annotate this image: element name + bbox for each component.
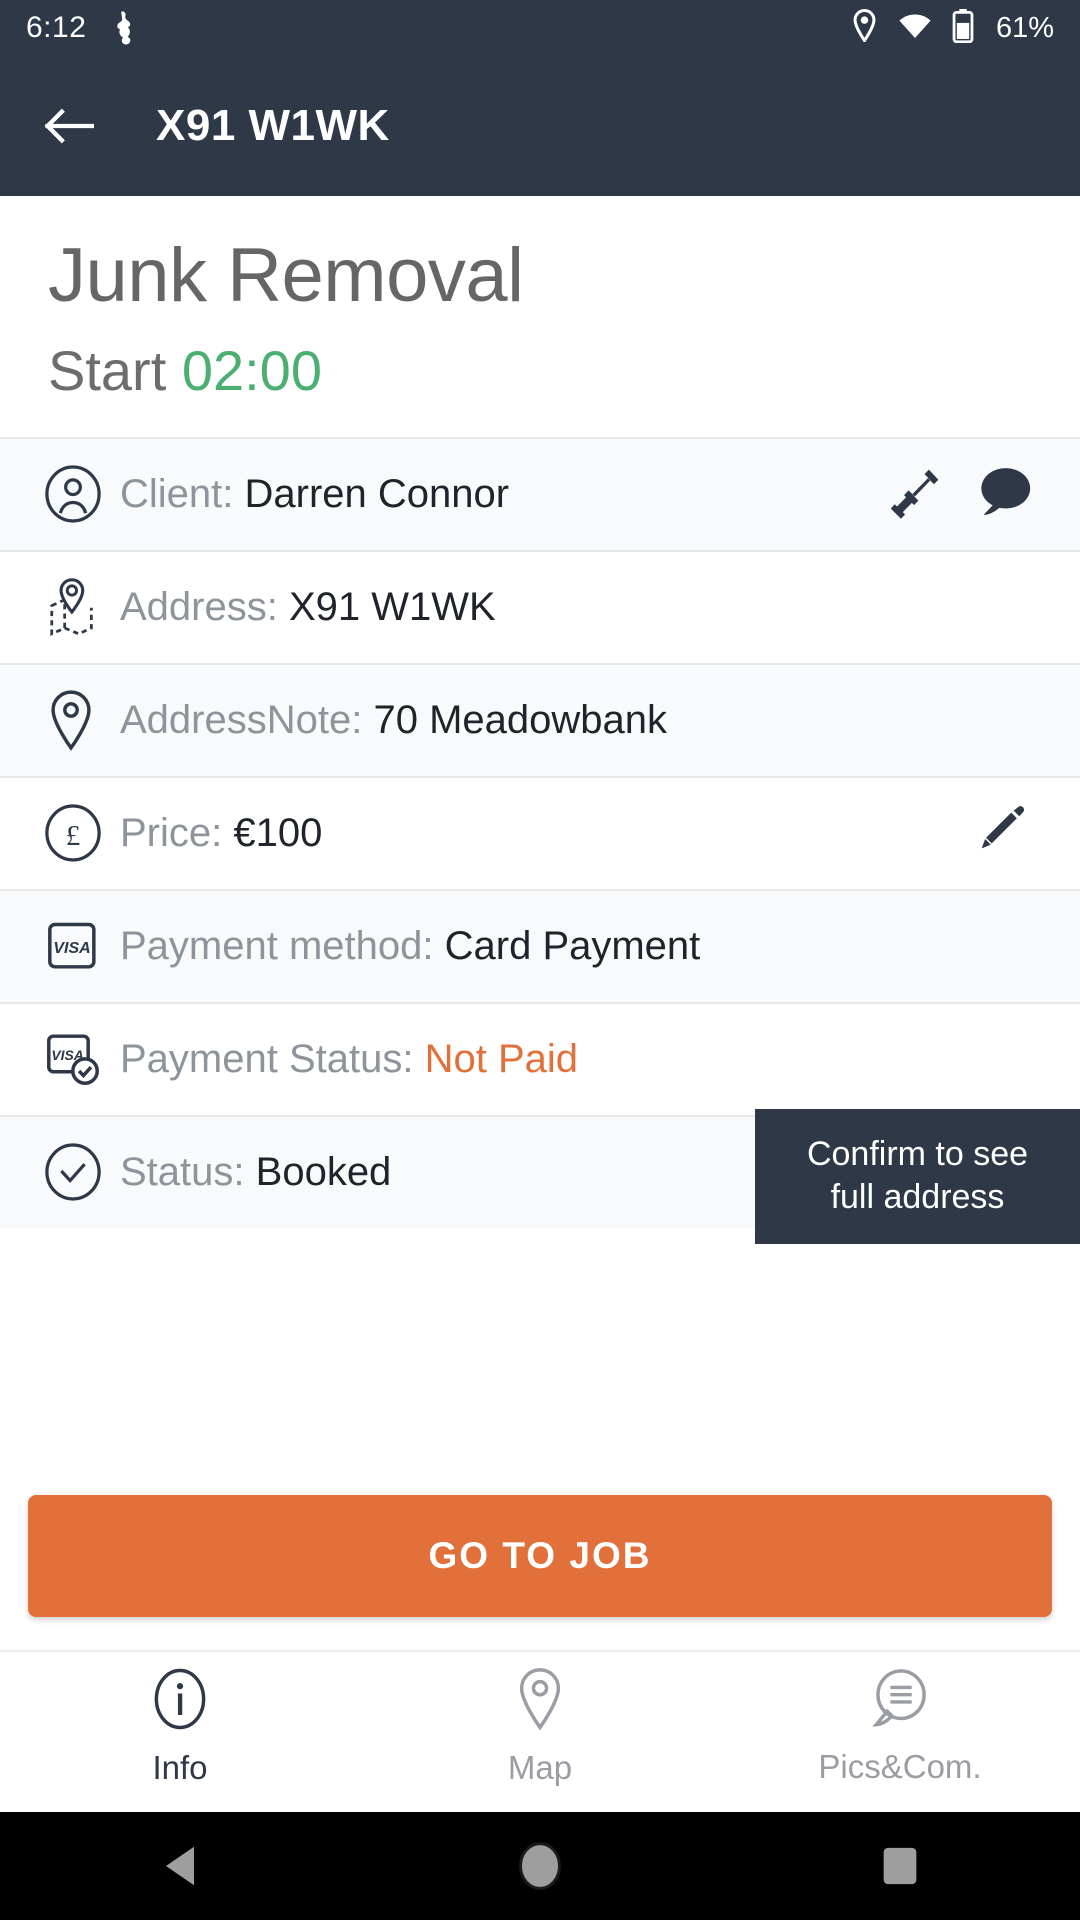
chat-icon[interactable] bbox=[976, 465, 1032, 524]
map-pin-icon bbox=[514, 1666, 566, 1737]
row-address-note-text: AddressNote: 70 Meadowbank bbox=[120, 698, 667, 743]
row-address-note-label: AddressNote: bbox=[120, 697, 363, 742]
map-pin-map-icon bbox=[44, 576, 110, 638]
row-client-value: Darren Connor bbox=[244, 471, 510, 516]
start-label: Start bbox=[48, 338, 167, 402]
app-bar: X91 W1WK bbox=[0, 56, 1080, 196]
wifi-icon bbox=[898, 11, 932, 46]
row-payment-method-label: Payment method: bbox=[120, 923, 434, 968]
tooltip-line-2: full address bbox=[830, 1178, 1005, 1217]
visa-check-icon: VISA bbox=[44, 1032, 110, 1086]
location-pin-icon bbox=[44, 689, 110, 752]
row-client-label: Client: bbox=[120, 471, 234, 516]
svg-text:£: £ bbox=[66, 820, 81, 852]
job-detail-rows: Client: Darren Connor Address: X91 W1WK … bbox=[0, 436, 1080, 1244]
row-status-text: Status: Booked bbox=[120, 1150, 391, 1195]
check-circle-icon bbox=[44, 1143, 110, 1201]
row-address-value: X91 W1WK bbox=[288, 584, 496, 629]
row-client[interactable]: Client: Darren Connor bbox=[0, 436, 1080, 550]
row-payment-method[interactable]: VISA Payment method: Card Payment bbox=[0, 888, 1080, 1002]
row-address-label: Address: bbox=[120, 584, 278, 629]
phone-icon[interactable] bbox=[886, 464, 942, 525]
row-payment-status-value: Not Paid bbox=[424, 1036, 579, 1081]
info-circle-icon bbox=[150, 1666, 210, 1737]
confirm-address-tooltip: Confirm to see full address bbox=[755, 1108, 1080, 1244]
start-time: 02:00 bbox=[181, 338, 322, 402]
pound-circle-icon: £ bbox=[44, 804, 110, 862]
row-payment-status-label: Payment Status: bbox=[120, 1036, 414, 1081]
edit-pencil-icon[interactable] bbox=[970, 800, 1032, 867]
status-bar-time: 6:12 bbox=[26, 11, 87, 44]
visa-card-icon: VISA bbox=[44, 920, 110, 972]
row-payment-status-text: Payment Status: Not Paid bbox=[120, 1037, 578, 1082]
go-to-job-button[interactable]: GO TO JOB bbox=[28, 1495, 1052, 1617]
location-icon bbox=[851, 8, 878, 47]
comment-lines-icon bbox=[869, 1667, 931, 1736]
tooltip-line-1: Confirm to see bbox=[806, 1134, 1029, 1173]
job-header: Junk Removal Start 02:00 bbox=[0, 196, 1080, 437]
battery-icon bbox=[952, 8, 974, 48]
row-price-actions bbox=[970, 800, 1032, 867]
cta-container: GO TO JOB bbox=[0, 1495, 1080, 1617]
tab-pics-com-label: Pics&Com. bbox=[818, 1747, 982, 1785]
android-nav-bar bbox=[0, 1812, 1080, 1920]
row-price-label: Price: bbox=[120, 810, 223, 855]
row-payment-status[interactable]: VISA Payment Status: Not Paid bbox=[0, 1001, 1080, 1115]
arrow-left-icon[interactable] bbox=[44, 108, 94, 144]
battery-percent: 61% bbox=[995, 11, 1054, 44]
app-notification-icon bbox=[108, 10, 142, 46]
tab-pics-com[interactable]: Pics&Com. bbox=[720, 1652, 1080, 1800]
row-price-value: €100 bbox=[233, 810, 323, 855]
tab-info[interactable]: Info bbox=[0, 1652, 360, 1800]
svg-text:VISA: VISA bbox=[53, 940, 90, 957]
status-bar: 6:12 61% bbox=[0, 0, 1080, 56]
row-price-text: Price: €100 bbox=[120, 811, 322, 856]
tab-info-label: Info bbox=[152, 1748, 208, 1786]
row-address-note-value: 70 Meadowbank bbox=[373, 697, 668, 742]
row-client-text: Client: Darren Connor bbox=[120, 472, 509, 517]
home-circle-icon[interactable] bbox=[360, 1841, 720, 1891]
row-payment-method-value: Card Payment bbox=[444, 923, 701, 968]
person-circle-icon bbox=[44, 465, 110, 523]
page-title: X91 W1WK bbox=[156, 101, 390, 150]
job-title: Junk Removal bbox=[48, 233, 524, 318]
job-start-line: Start 02:00 bbox=[48, 338, 1032, 403]
row-price[interactable]: £ Price: €100 bbox=[0, 775, 1080, 889]
tab-map[interactable]: Map bbox=[360, 1652, 720, 1800]
row-address-text: Address: X91 W1WK bbox=[120, 585, 496, 630]
bottom-tab-bar: Info Map Pics&Com. bbox=[0, 1650, 1080, 1800]
row-payment-method-text: Payment method: Card Payment bbox=[120, 924, 700, 969]
recents-square-icon[interactable] bbox=[720, 1844, 1080, 1888]
row-client-actions bbox=[886, 464, 1032, 525]
tab-map-label: Map bbox=[507, 1748, 573, 1786]
row-address-note[interactable]: AddressNote: 70 Meadowbank bbox=[0, 662, 1080, 776]
row-status-value: Booked bbox=[255, 1149, 392, 1194]
back-triangle-icon[interactable] bbox=[0, 1843, 360, 1889]
status-bar-icons: 61% bbox=[851, 8, 1054, 48]
row-address[interactable]: Address: X91 W1WK bbox=[0, 549, 1080, 663]
row-status-label: Status: bbox=[120, 1149, 245, 1194]
